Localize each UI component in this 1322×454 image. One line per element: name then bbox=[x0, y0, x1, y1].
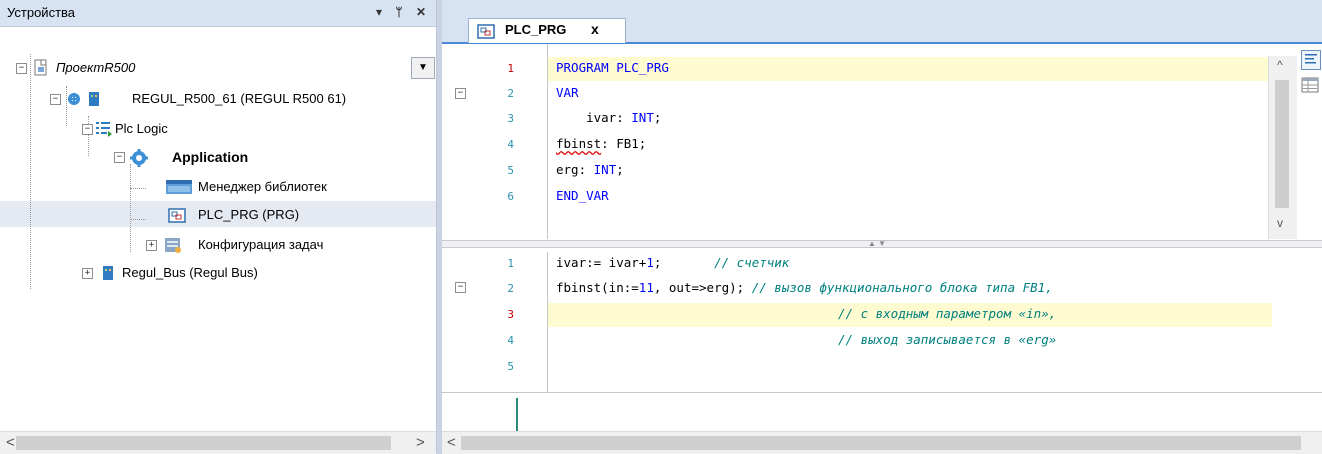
tree-label: Regul_Bus (Regul Bus) bbox=[122, 265, 258, 280]
line-number: 3 bbox=[507, 308, 514, 321]
pou-icon bbox=[168, 206, 186, 224]
plc-device-icon bbox=[65, 89, 99, 107]
line-number: 4 bbox=[507, 334, 514, 347]
close-panel-icon[interactable]: ✕ bbox=[412, 3, 430, 21]
panel-menu-dropdown-icon[interactable]: ▾ bbox=[370, 3, 388, 21]
line-number: 2 bbox=[507, 282, 514, 295]
line-number: 4 bbox=[507, 138, 514, 151]
editor-bottom-border bbox=[442, 392, 1322, 393]
tree-label: ПроектR500 bbox=[56, 60, 136, 75]
bus-device-icon bbox=[98, 264, 116, 282]
collapse-icon[interactable]: − bbox=[114, 152, 125, 163]
code-line: // выход записывается в «erg» bbox=[838, 332, 1057, 347]
device-tree bbox=[0, 26, 436, 426]
collapse-icon[interactable]: − bbox=[16, 63, 27, 74]
line-number: 1 bbox=[507, 62, 514, 75]
left-horizontal-scrollbar[interactable]: < > bbox=[0, 431, 436, 454]
tree-node-task-config[interactable]: + Конфигурация задач bbox=[146, 234, 426, 256]
line-number: 3 bbox=[507, 112, 514, 125]
task-config-icon bbox=[164, 236, 182, 254]
expand-icon[interactable]: + bbox=[82, 268, 93, 279]
tree-node-plc-logic[interactable]: − Plc Logic bbox=[82, 118, 422, 140]
plc-logic-icon bbox=[95, 120, 113, 138]
tree-node-plc-device[interactable]: − REGUL_R500_61 (REGUL R500 61) bbox=[50, 88, 430, 110]
scroll-right-icon[interactable]: > bbox=[416, 434, 425, 451]
collapse-icon[interactable]: − bbox=[50, 94, 61, 105]
devices-panel-title: Устройства bbox=[7, 5, 76, 20]
tree-node-plc-prg[interactable]: PLC_PRG (PRG) bbox=[164, 204, 424, 226]
tree-dropdown-button[interactable]: ▼ bbox=[411, 57, 435, 79]
project-file-icon bbox=[33, 59, 51, 77]
tree-node-regul-bus[interactable]: + Regul_Bus (Regul Bus) bbox=[82, 262, 422, 284]
code-line: // с входным параметром «in», bbox=[838, 306, 1057, 321]
gutter-divider bbox=[547, 252, 548, 392]
expand-icon[interactable]: + bbox=[146, 240, 157, 251]
tree-node-project[interactable]: − ПроектR500 bbox=[14, 57, 404, 79]
tree-node-application[interactable]: − Application bbox=[114, 146, 414, 168]
line-number: 5 bbox=[507, 360, 514, 373]
editor-horizontal-scrollbar[interactable]: < bbox=[442, 431, 1322, 454]
scroll-thumb[interactable] bbox=[461, 436, 1301, 450]
tree-label: Конфигурация задач bbox=[198, 237, 324, 252]
line-number: 1 bbox=[507, 257, 514, 270]
tree-label: PLC_PRG (PRG) bbox=[198, 207, 300, 222]
fold-icon[interactable]: − bbox=[455, 282, 466, 293]
pou-icon bbox=[477, 22, 495, 43]
tabular-view-icon[interactable] bbox=[1301, 76, 1319, 94]
collapse-icon[interactable]: − bbox=[82, 124, 93, 135]
application-gear-icon bbox=[128, 147, 150, 169]
implementation-editor[interactable]: ivar:= ivar+1; // счетчик fbinst(in:=11,… bbox=[556, 0, 1296, 392]
tree-label: Plc Logic bbox=[115, 121, 168, 136]
tree-node-library-manager[interactable]: Менеджер библиотек bbox=[164, 176, 424, 198]
line-number: 5 bbox=[507, 164, 514, 177]
text-cursor bbox=[516, 398, 518, 432]
line-number: 6 bbox=[507, 190, 514, 203]
devices-panel-header: Устройства ▾ ᛘ ✕ bbox=[0, 0, 436, 27]
fold-icon[interactable]: − bbox=[455, 88, 466, 99]
pin-icon[interactable]: ᛘ bbox=[390, 3, 408, 21]
scroll-left-icon[interactable]: < bbox=[6, 434, 15, 451]
side-toolbar bbox=[1298, 44, 1322, 244]
tree-label: Application bbox=[172, 149, 249, 165]
textual-view-icon[interactable] bbox=[1301, 50, 1321, 70]
scroll-left-icon[interactable]: < bbox=[447, 434, 456, 451]
scroll-thumb[interactable] bbox=[16, 436, 391, 450]
gutter-divider bbox=[547, 44, 548, 239]
tree-label: Менеджер библиотек bbox=[198, 179, 327, 194]
code-line: fbinst(in:=11, out=>erg); // вызов функц… bbox=[556, 280, 1053, 295]
code-line: ivar:= ivar+1; // счетчик bbox=[556, 255, 790, 270]
tree-label: REGUL_R500_61 (REGUL R500 61) bbox=[132, 91, 347, 106]
line-number: 2 bbox=[507, 87, 514, 100]
library-manager-icon bbox=[164, 178, 194, 196]
